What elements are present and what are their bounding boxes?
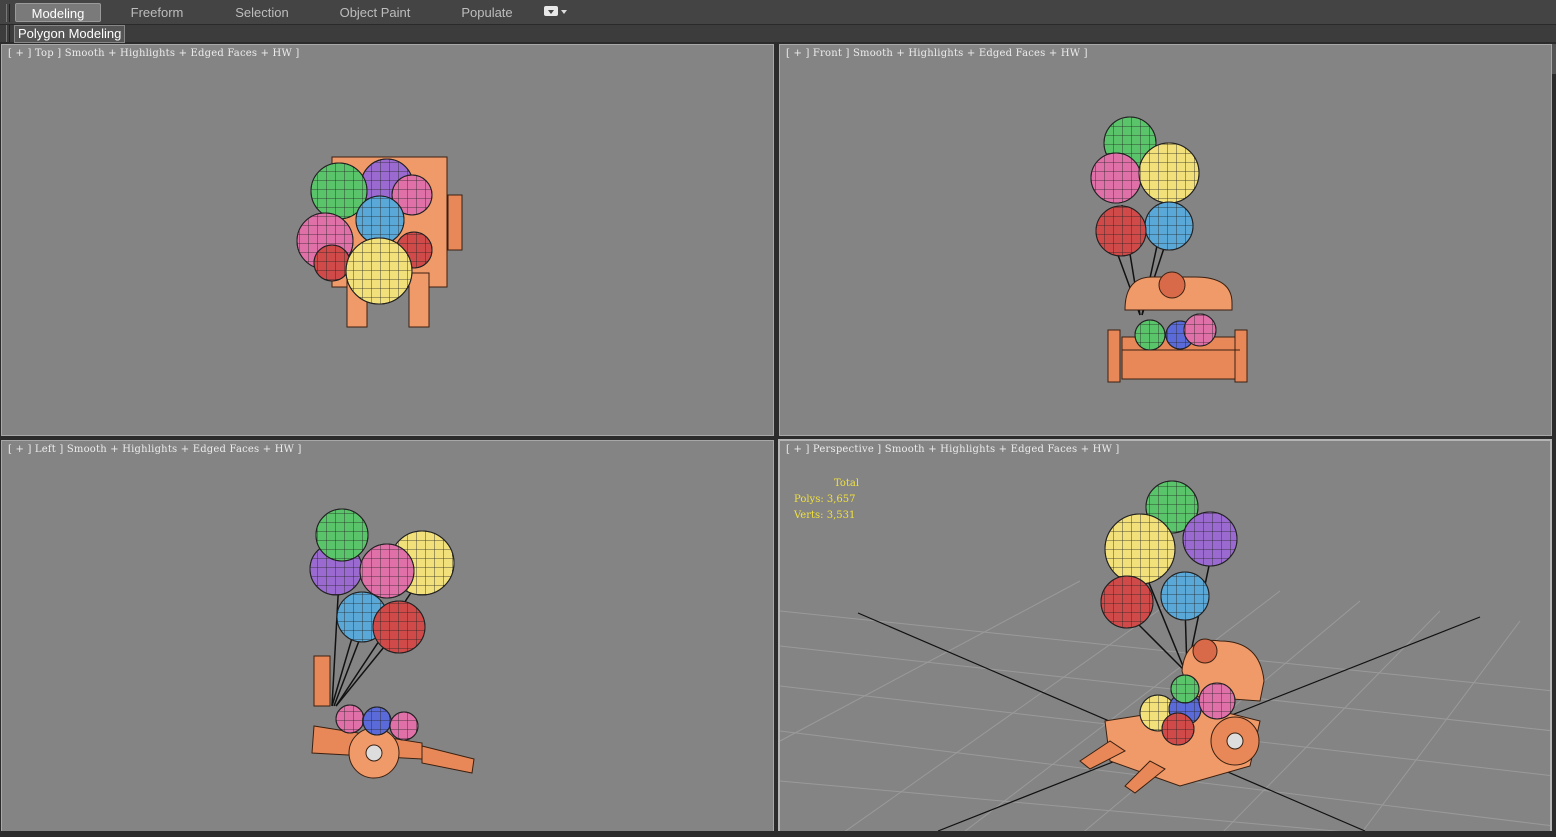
- ribbon-options-dropdown[interactable]: [544, 6, 568, 18]
- balloons: [1100, 480, 1238, 746]
- viewport-front[interactable]: [ + ] Front ] Smooth + Highlights + Edge…: [779, 44, 1552, 436]
- viewport-label-top[interactable]: [ + ] Top ] Smooth + Highlights + Edged …: [8, 48, 299, 59]
- viewport-label-front[interactable]: [ + ] Front ] Smooth + Highlights + Edge…: [786, 48, 1088, 59]
- viewport-label-left[interactable]: [ + ] Left ] Smooth + Highlights + Edged…: [8, 444, 302, 455]
- stats-verts: Verts: 3,531: [794, 510, 856, 521]
- panel-grip[interactable]: [6, 25, 10, 42]
- dropdown-icon: [544, 6, 558, 16]
- polygon-modeling-panel[interactable]: Polygon Modeling: [14, 25, 126, 43]
- viewport-top[interactable]: [ + ] Top ] Smooth + Highlights + Edged …: [1, 44, 774, 436]
- tab-selection[interactable]: Selection: [222, 3, 302, 22]
- left-view-scene: [309, 508, 475, 779]
- ribbon: Modeling Freeform Selection Object Paint…: [0, 0, 1556, 25]
- balloons: [1090, 116, 1217, 351]
- tab-object-paint[interactable]: Object Paint: [328, 3, 422, 22]
- perspective-view-scene: [780, 480, 1550, 831]
- tab-populate[interactable]: Populate: [448, 3, 526, 22]
- viewport-label-perspective[interactable]: [ + ] Perspective ] Smooth + Highlights …: [786, 444, 1120, 455]
- viewport-left[interactable]: [ + ] Left ] Smooth + Highlights + Edged…: [1, 440, 774, 832]
- bottom-bar: [0, 831, 1556, 837]
- front-view-scene: [1090, 116, 1248, 383]
- tab-freeform[interactable]: Freeform: [118, 3, 196, 22]
- stats-polys: Polys: 3,657: [794, 494, 856, 505]
- ribbon-grip[interactable]: [6, 4, 10, 22]
- chevron-down-icon: [561, 10, 567, 14]
- tab-modeling[interactable]: Modeling: [15, 3, 101, 22]
- top-view-scene: [296, 156, 463, 328]
- stats-header: Total: [834, 478, 860, 489]
- ribbon-panel-bar: Polygon Modeling: [0, 25, 1556, 43]
- statistics-overlay: Total Polys: 3,657 Verts: 3,531: [794, 476, 859, 524]
- viewport-perspective[interactable]: [ + ] Perspective ] Smooth + Highlights …: [778, 439, 1552, 833]
